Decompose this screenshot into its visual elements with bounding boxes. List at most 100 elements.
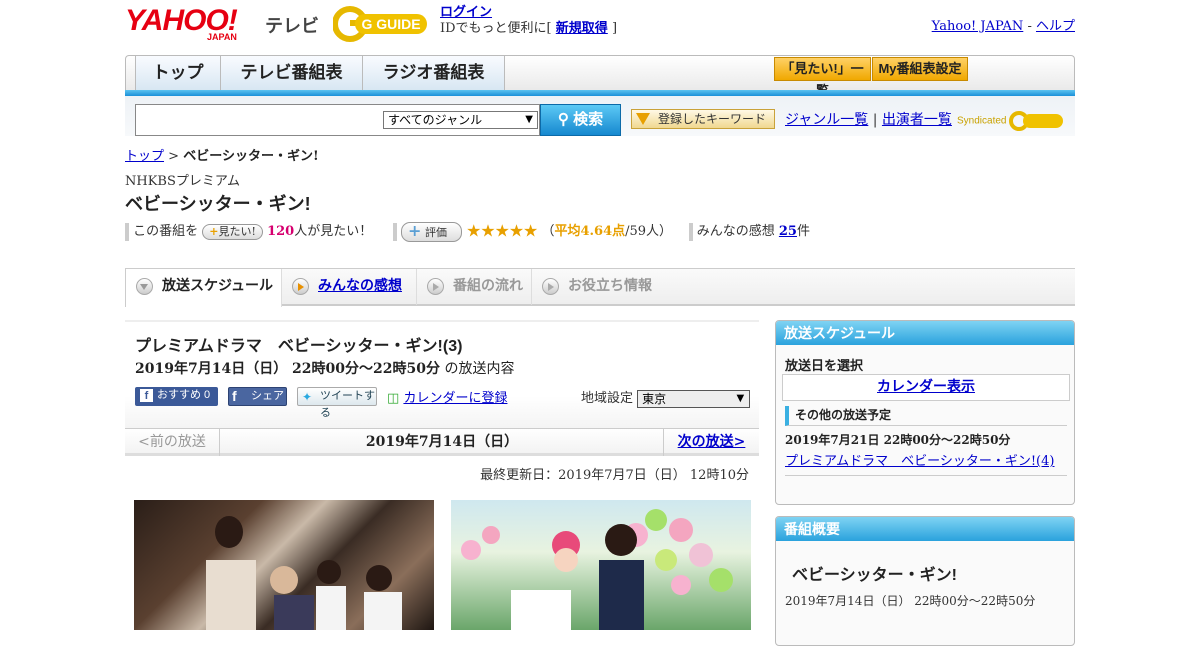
episode-name: プレミアムドラマ ベビーシッター・ギン!(3) [135,338,463,355]
schedule-panel: 放送スケジュール 放送日を選択 カレンダー表示 その他の放送予定 2019年7月… [775,320,1075,505]
calendar-view-button[interactable]: カレンダー表示 [782,374,1070,401]
syndicated-gguide: Syndicated [957,110,1065,132]
plus-icon: + [408,220,422,240]
genre-select[interactable]: すべてのジャンル ▼ [383,111,538,129]
nav-tab-radio[interactable]: ラジオ番組表 [363,56,505,91]
summary-datetime: 2019年7月14日（日） 22時00分～22時50分 [785,594,1036,608]
channel-name: NHKBSプレミアム [125,174,240,189]
login-link[interactable]: ログイン [440,5,492,20]
want-suffix: 人が見たい！ [294,224,373,239]
tab-comments-label: みんなの感想 [318,278,402,294]
episode-datetime: 2019年7月14日（日） 22時00分～22時50分 [135,361,440,377]
performers-link[interactable]: 出演者一覧 [882,112,952,128]
top-links: Yahoo! JAPAN - ヘルプ [932,15,1075,34]
other-broadcasts-heading: その他の放送予定 [785,406,1067,426]
prev-broadcast[interactable]: <前の放送 [125,429,220,456]
rating-stars: ★★★★★ [466,221,538,242]
page-title: ベビーシッター・ギン! [125,194,311,214]
tab-flow-label: 番組の流れ [453,278,523,294]
summary-panel: 番組概要 ベビーシッター・ギン! 2019年7月14日（日） 22時00分～22… [775,516,1075,646]
rate-button[interactable]: + 評価 [401,220,462,242]
tab-info[interactable]: お役立ち情報 [532,269,672,305]
next-broadcast[interactable]: 次の放送> [663,429,759,456]
yahoo-japan-link[interactable]: Yahoo! JAPAN [932,19,1024,34]
dropdown-arrow-icon: ▼ [525,114,533,125]
rate-button-label: 評価 [424,225,447,239]
breadcrumb-separator: > [168,149,180,164]
region-label: 地域設定 [581,391,634,406]
nav-tab-tv[interactable]: テレビ番組表 [221,56,363,91]
want-count: 120 [267,224,295,239]
tab-comments[interactable]: みんなの感想 [282,269,417,305]
comments-unit: 件 [796,224,810,239]
nav-tab-top[interactable]: トップ [135,56,221,91]
other-broadcast-datetime: 2019年7月21日 22時00分～22時50分 [785,433,1011,447]
want-button[interactable]: +見たい! [202,223,263,240]
region-select-value: 東京 [642,391,667,406]
tab-arrow-icon [292,278,309,295]
search-links-divider: | [872,112,878,128]
last-updated: 最終更新日：2019年7月7日（日） 12時10分 [480,468,749,483]
top-links-separator: - [1027,19,1032,34]
calendar-view-link: カレンダー表示 [877,379,975,395]
episode-photo-2-drawing [461,509,733,630]
comments-count-link[interactable]: 25 [779,224,797,239]
episode-datetime-row: 2019年7月14日（日） 22時00分～22時50分 の放送内容 [135,358,514,378]
twitter-icon: ✦ [302,390,313,404]
breadcrumb-top-link[interactable]: トップ [125,149,164,164]
rating-open: （ [541,224,555,239]
tab-schedule[interactable]: 放送スケジュール [125,269,282,307]
episode-photo-2[interactable] [451,500,751,630]
my-settings-button[interactable]: My番組表設定 [872,57,968,81]
episode-photo-1-drawing [206,516,402,630]
want-button-label: 見たい! [218,224,256,238]
episode-photo-1[interactable] [134,500,434,630]
want-prefix: この番組を [133,224,199,239]
logo-tv: テレビ [265,16,319,36]
syndicated-text: Syndicated [957,115,1007,127]
program-stats: この番組を +見たい! 120人が見たい！ + 評価 ★★★★★ （平均4.64… [125,220,1075,242]
content-tabs: 放送スケジュール みんなの感想 番組の流れ お役立ち情報 [125,268,1075,307]
main-nav: トップ テレビ番組表 ラジオ番組表 「見たい!」一覧 My番組表設定 [125,55,1075,98]
search-icon: ⚲ [557,111,569,128]
next-broadcast-link: 次の放送> [677,434,746,450]
fb-share-label: シェア [251,390,284,402]
divider [785,475,1067,476]
help-link[interactable]: ヘルプ [1036,19,1075,34]
yahoo-japan-logo[interactable]: YAHOO! JAPAN テレビ [125,6,325,43]
triangle-down-icon [636,113,650,125]
other-broadcast-item[interactable]: プレミアムドラマ ベビーシッター・ギン!(4) [785,450,1054,469]
facebook-icon: f [232,388,237,404]
rating-average: 平均4.64点 [554,224,626,239]
signup-link[interactable]: 新規取得 [556,21,608,36]
region-select[interactable]: 東京 ▼ [637,389,751,408]
current-broadcast-date: 2019年7月14日（日） [365,434,519,450]
facebook-icon: f [140,389,153,402]
region-setting: 地域設定 東京 ▼ [581,387,751,408]
breadcrumb: トップ > ベビーシッター・ギン! [125,145,319,164]
gguide-small-icon [1009,111,1064,131]
fb-share-button[interactable]: f シェア [228,387,287,406]
tab-flow[interactable]: 番組の流れ [417,269,532,305]
comments-label: みんなの感想 [696,224,775,239]
keywords-button-label: 登録したキーワード [658,112,767,126]
keywords-button[interactable]: 登録したキーワード [631,109,775,129]
dropdown-arrow-icon: ▼ [736,392,745,404]
search-button[interactable]: ⚲ 検索 [540,104,621,136]
mitai-list-button[interactable]: 「見たい!」一覧 [774,57,871,98]
genre-select-value: すべてのジャンル [388,113,483,127]
calendar-register[interactable]: ◫ カレンダーに登録 [387,387,507,406]
stats-divider [392,222,397,241]
genre-list-link[interactable]: ジャンル一覧 [785,112,868,128]
tab-info-label: お役立ち情報 [568,278,652,294]
search-links: ジャンル一覧 | 出演者一覧 [785,109,952,129]
tab-arrow-icon [542,278,559,295]
tweet-button[interactable]: ✦ ツイートする [297,387,377,419]
gguide-logo[interactable]: G GUIDE [332,6,433,42]
login-close: ] [611,21,618,36]
fb-recommend-label: おすすめ 0 [157,389,211,401]
fb-recommend-button[interactable]: f おすすめ 0 [135,387,218,406]
tab-schedule-label: 放送スケジュール [162,278,274,294]
other-broadcast-link: プレミアムドラマ ベビーシッター・ギン!(4) [785,454,1055,469]
calendar-register-link: カレンダーに登録 [403,391,508,406]
